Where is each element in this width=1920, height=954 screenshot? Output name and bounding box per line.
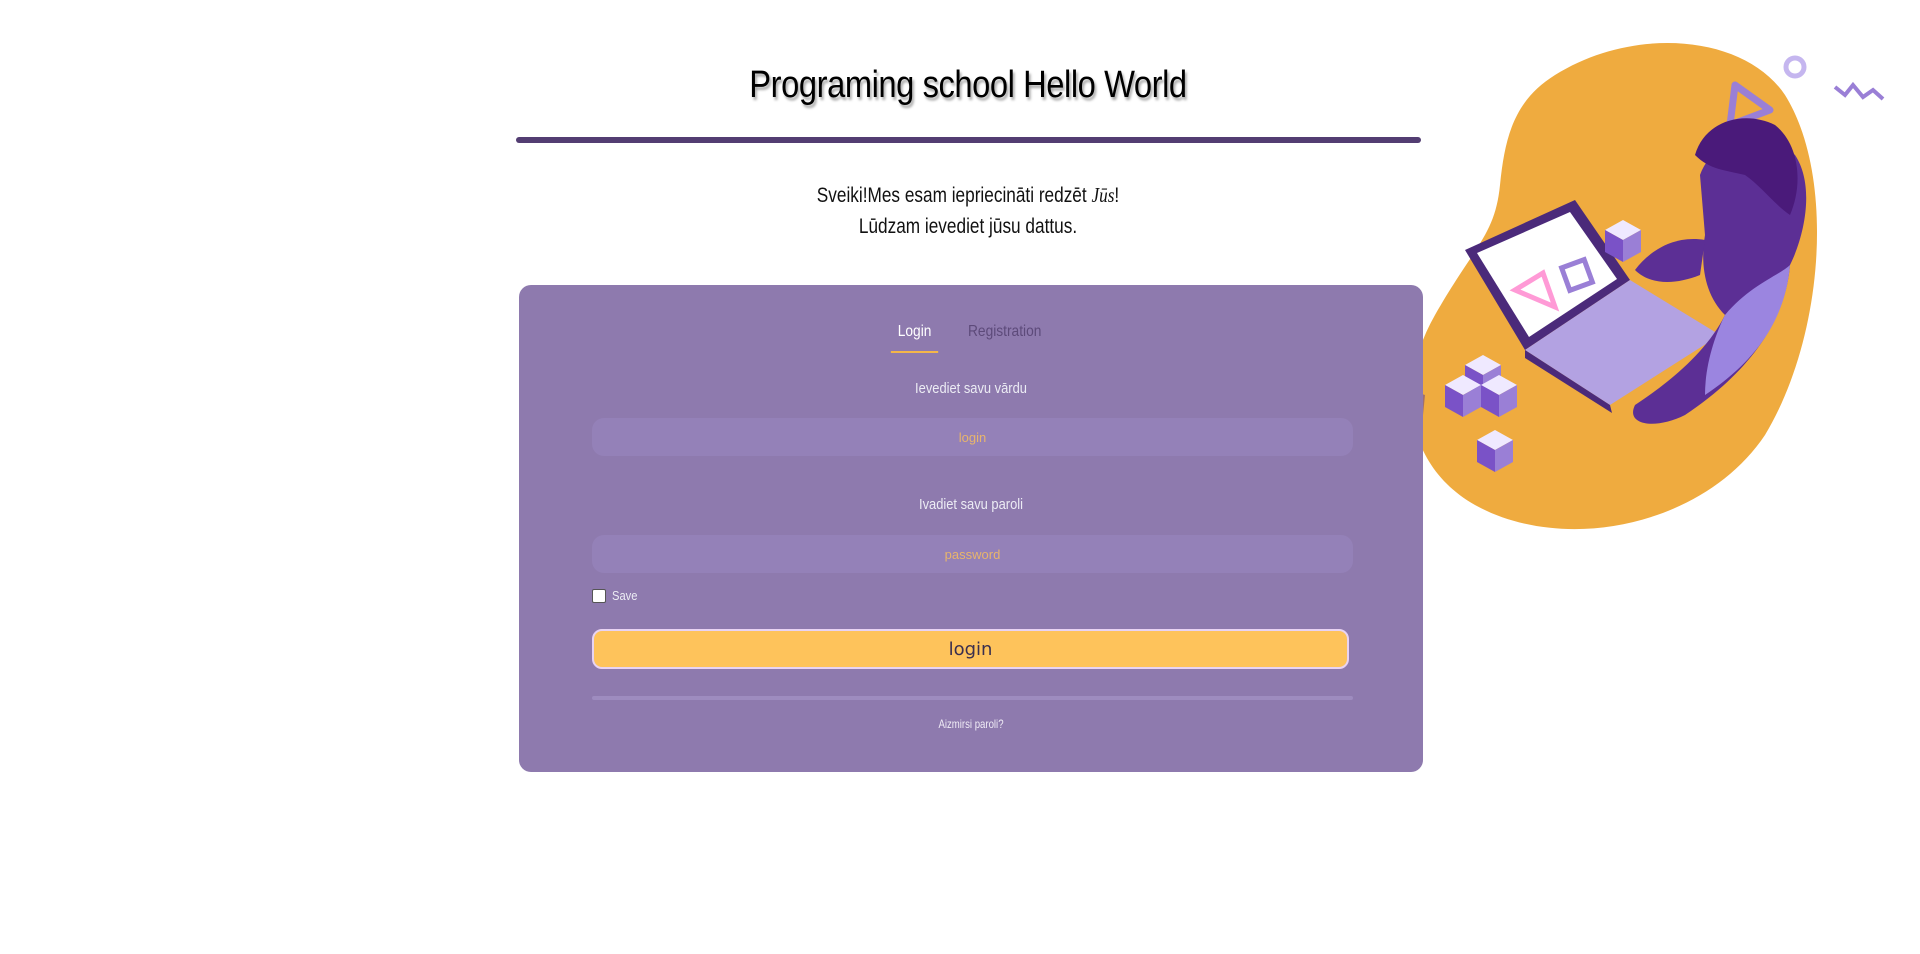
forgot-password-link[interactable]: Aizmirsi paroli? [609,717,1332,731]
username-label: Ievediet savu vārdu [915,380,1027,397]
form-divider [592,696,1353,700]
auth-tabs: Login Registration [519,321,1423,353]
tab-login[interactable]: Login [890,321,939,353]
password-label: Ivadiet savu paroli [919,496,1023,513]
greeting-text: Sveiki!Mes esam iepriecināti redzēt Jūs!… [518,180,1418,242]
greeting-emphasis: Jūs [1091,183,1115,207]
greeting-line-1-start: Sveiki!Mes esam iepriecināti redzēt [816,184,1092,207]
greeting-line-2: Lūdzam ievediet jūsu dattus. [858,215,1078,238]
save-checkbox[interactable] [592,588,606,603]
login-button[interactable]: login [592,629,1349,669]
login-page: Programing school Hello World Sveiki!Mes… [0,0,1920,954]
circle-icon [1783,55,1807,79]
greeting-line-1-end: ! [1114,184,1120,207]
save-label: Save [612,588,638,603]
title-divider [516,137,1421,143]
greeting-line-1: Sveiki!Mes esam iepriecināti redzēt Jūs! [599,180,1337,211]
person-with-laptop-illustration [1408,42,1885,530]
password-input[interactable] [592,535,1353,573]
tab-registration[interactable]: Registration [961,321,1048,353]
page-title: Programing school Hello World [749,64,1187,106]
zigzag-icon [1833,81,1885,101]
username-input[interactable] [592,418,1353,456]
save-row: Save [592,588,642,603]
login-card: Login Registration Ievediet savu vārdu I… [519,285,1423,772]
